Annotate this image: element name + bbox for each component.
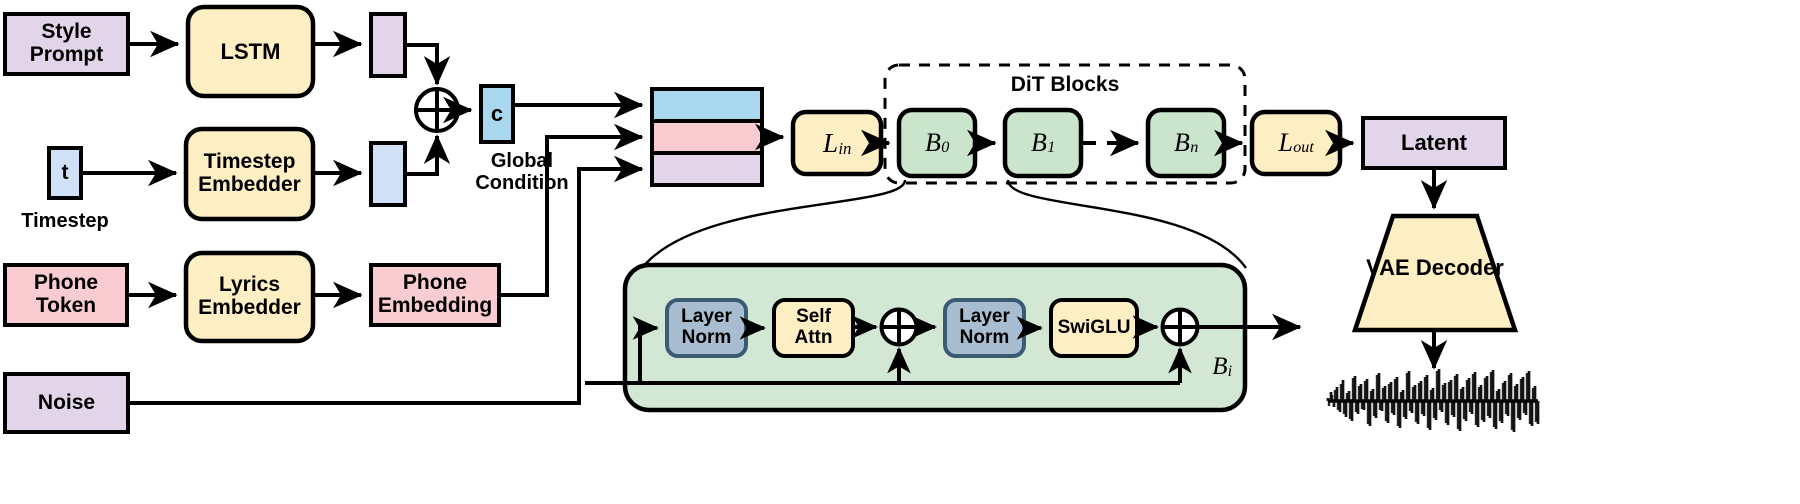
callout-curve-right xyxy=(1006,179,1247,269)
concat-band-phone xyxy=(650,119,764,155)
layer-norm-1-box xyxy=(665,298,748,358)
audio-waveform xyxy=(1326,369,1540,432)
layer-out-box xyxy=(1249,109,1343,177)
architecture-diagram: Style Prompt LSTM t Timestep Timestep Em… xyxy=(0,0,1800,504)
concat-band-noise xyxy=(650,151,764,187)
global-condition-box xyxy=(479,84,515,144)
dit-block-bn xyxy=(1145,107,1227,179)
lyrics-embedder-box xyxy=(183,250,316,344)
vae-decoder-shape xyxy=(1351,213,1519,333)
callout-curve-left xyxy=(641,179,907,269)
timestep-embedding-vector xyxy=(369,141,407,207)
dit-block-b1 xyxy=(1002,107,1084,179)
concat-band-condition xyxy=(650,87,764,123)
diagram-canvas xyxy=(3,4,1540,434)
timestep-token-box xyxy=(47,146,83,200)
lstm-box xyxy=(185,4,316,99)
self-attn-box xyxy=(772,298,855,358)
edge-style-vector-to-sum xyxy=(405,43,451,86)
phone-embedding-box xyxy=(369,263,501,327)
layer-norm-2-box xyxy=(943,298,1026,358)
phone-token-box xyxy=(3,263,129,327)
layer-in-box xyxy=(790,109,884,177)
edge-timestep-vector-to-sum xyxy=(405,134,451,176)
noise-box xyxy=(3,372,130,434)
swiglu-box xyxy=(1049,298,1139,358)
edge-phone-embedding-to-concat xyxy=(499,123,644,297)
dit-block-b0 xyxy=(896,107,978,179)
style-embedding-vector xyxy=(369,12,407,78)
latent-box xyxy=(1361,116,1507,170)
style-prompt-box xyxy=(3,12,130,76)
timestep-embedder-box xyxy=(183,126,316,222)
